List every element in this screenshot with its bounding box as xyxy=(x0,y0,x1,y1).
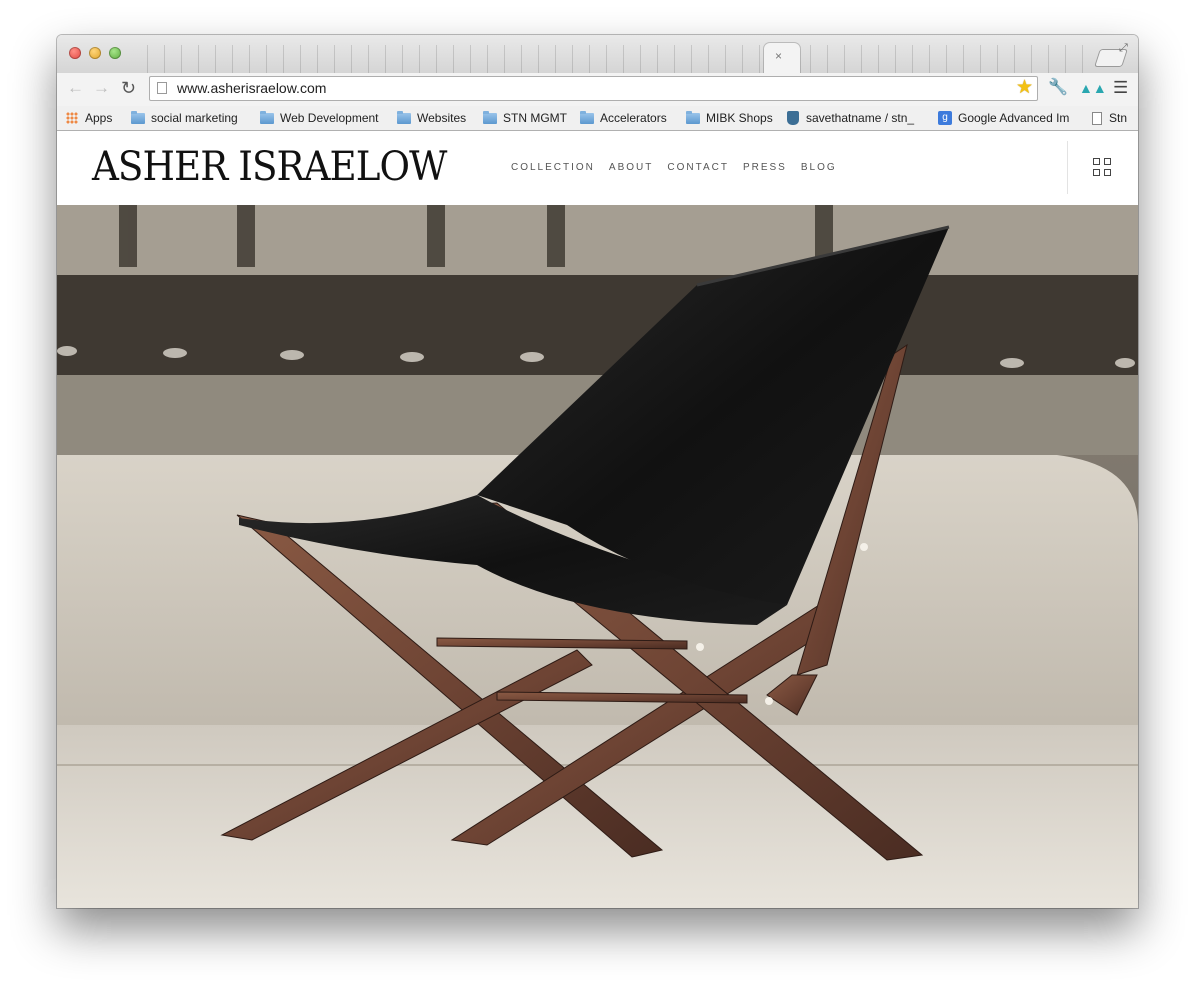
site-logo[interactable]: ASHER ISRAELOW xyxy=(92,143,447,191)
bookmark-stn[interactable]: Stn xyxy=(1092,109,1127,127)
google-icon: g xyxy=(938,111,952,125)
bookmark-stn-mgmt[interactable]: STN MGMT xyxy=(483,109,567,127)
chair-photo xyxy=(57,205,1138,908)
star-icon[interactable]: ★ xyxy=(1016,77,1033,99)
document-icon xyxy=(1092,111,1102,125)
wrench-icon[interactable]: 🔧 xyxy=(1048,79,1068,97)
bookmark-web-development[interactable]: Web Development xyxy=(260,109,379,127)
minimize-window-button[interactable] xyxy=(89,47,101,59)
fullscreen-icon[interactable]: ⤢ xyxy=(1119,42,1128,55)
main-nav: COLLECTION ABOUT CONTACT PRESS BLOG xyxy=(511,162,851,174)
maximize-window-button[interactable] xyxy=(109,47,121,59)
browser-toolbar: ← → ↻ www.asherisraelow.com ★ 🔧 ▲▲ ☰ xyxy=(57,73,1138,106)
browser-window: × ⤢ ← → ↻ www.asherisraelow.com ★ 🔧 ▲▲ ☰… xyxy=(57,35,1138,908)
nav-about[interactable]: ABOUT xyxy=(609,162,653,174)
forward-arrow-icon[interactable]: → xyxy=(93,78,110,98)
folder-icon xyxy=(686,110,700,124)
reload-icon[interactable]: ↻ xyxy=(121,78,136,98)
active-tab[interactable]: × xyxy=(764,43,800,73)
bookmark-accelerators[interactable]: Accelerators xyxy=(580,109,667,127)
site-header: ASHER ISRAELOW COLLECTION ABOUT CONTACT … xyxy=(57,131,1138,206)
bookmark-social-marketing[interactable]: social marketing xyxy=(131,109,238,127)
nav-collection[interactable]: COLLECTION xyxy=(511,162,595,174)
nav-blog[interactable]: BLOG xyxy=(801,162,837,174)
apps-icon xyxy=(66,112,78,124)
page-icon xyxy=(157,82,167,94)
bookmarks-bar: Apps social marketing Web Development We… xyxy=(57,106,1138,131)
header-divider xyxy=(1067,141,1068,194)
folder-icon xyxy=(483,110,497,124)
folder-icon xyxy=(260,110,274,124)
folder-icon xyxy=(397,110,411,124)
address-bar[interactable]: www.asherisraelow.com ★ xyxy=(149,76,1038,101)
bookmark-google-advanced[interactable]: g Google Advanced Im xyxy=(938,109,1073,127)
bookmark-mibk-shops[interactable]: MIBK Shops xyxy=(686,109,773,127)
title-bar: × ⤢ xyxy=(57,35,1138,73)
nav-press[interactable]: PRESS xyxy=(743,162,787,174)
hero-image xyxy=(57,205,1138,908)
bookmark-websites[interactable]: Websites xyxy=(397,109,466,127)
close-window-button[interactable] xyxy=(69,47,81,59)
hamburger-menu-icon[interactable]: ☰ xyxy=(1113,79,1128,97)
folder-icon xyxy=(131,110,145,124)
folder-icon xyxy=(580,110,594,124)
extension-icon[interactable]: ▲▲ xyxy=(1079,79,1107,97)
back-arrow-icon[interactable]: ← xyxy=(67,78,84,98)
bookmark-savethatname[interactable]: savethatname / stn_ xyxy=(787,109,914,127)
grid-menu-icon[interactable] xyxy=(1093,158,1113,178)
url-text[interactable]: www.asherisraelow.com xyxy=(177,80,326,97)
tab-strip[interactable] xyxy=(133,45,1093,73)
nav-contact[interactable]: CONTACT xyxy=(667,162,729,174)
bucket-icon xyxy=(787,111,799,125)
tab-close-icon[interactable]: × xyxy=(775,49,782,63)
bookmark-apps[interactable]: Apps xyxy=(66,109,112,127)
